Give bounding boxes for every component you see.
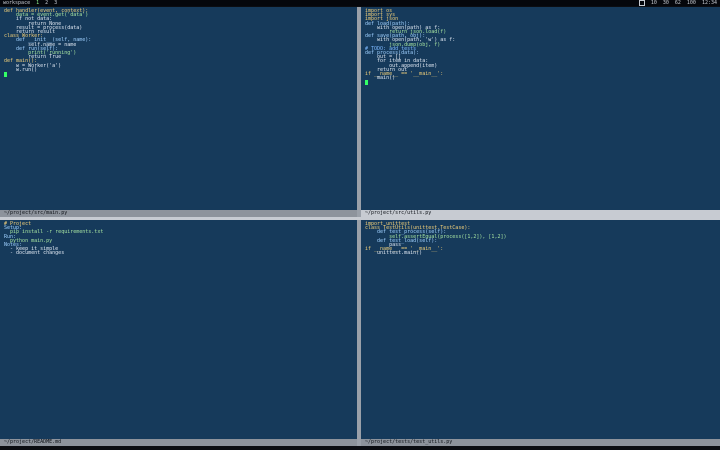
window-icon: [638, 0, 645, 6]
editor-pane-bottom-right[interactable]: import unittest class TestUtils(unittest…: [361, 220, 720, 446]
system-tray: 10 30 62 100 12:34: [638, 0, 717, 6]
workspace-label: workspace: [3, 0, 31, 6]
clock: 12:34: [701, 0, 717, 6]
workspace-1[interactable]: 1: [36, 0, 39, 6]
editor-content[interactable]: import os import sys import json def loa…: [361, 7, 720, 210]
status-filename: ~/project/src/utils.py: [365, 210, 432, 216]
pane-status-bar: ~/project/tests/test_utils.py: [361, 439, 720, 446]
code-line: - document changes: [4, 250, 65, 257]
pane-status-bar: ~/project/src/main.py: [0, 210, 357, 217]
tray-item-3: 62: [674, 0, 681, 6]
workspace-3[interactable]: 3: [54, 0, 57, 6]
status-filename: ~/project/tests/test_utils.py: [365, 439, 453, 445]
editor-content[interactable]: def handler(event, context): data = even…: [0, 7, 357, 210]
tray-item-2: 30: [662, 0, 669, 6]
cursor-line: [365, 80, 716, 86]
top-status-bar: workspace 1 2 3 10 30 62 100 12:34: [0, 0, 720, 6]
pane-status-bar: ~/project/README.md: [0, 439, 357, 446]
editor-content[interactable]: # Project Setup: pip install -r requirem…: [0, 220, 357, 439]
editor-pane-bottom-left[interactable]: # Project Setup: pip install -r requirem…: [0, 220, 357, 446]
pane-status-bar: ~/project/src/utils.py: [361, 210, 720, 217]
code-line: unittest.main(): [365, 250, 423, 257]
status-filename: ~/project/src/main.py: [4, 210, 68, 216]
text-cursor-icon: [365, 80, 368, 86]
editor-content[interactable]: import unittest class TestUtils(unittest…: [361, 220, 720, 439]
text-cursor-icon: [4, 72, 7, 78]
cursor-line: [4, 72, 353, 78]
editor-pane-top-left[interactable]: def handler(event, context): data = even…: [0, 7, 357, 217]
status-filename: ~/project/README.md: [4, 439, 62, 445]
bottom-border: [0, 446, 720, 450]
editor-pane-top-right[interactable]: import os import sys import json def loa…: [361, 7, 720, 217]
tray-item-1: 10: [650, 0, 657, 6]
workspace-2[interactable]: 2: [45, 0, 48, 6]
tray-item-4: 100: [686, 0, 696, 6]
workspace-indicator: workspace 1 2 3: [3, 0, 57, 6]
